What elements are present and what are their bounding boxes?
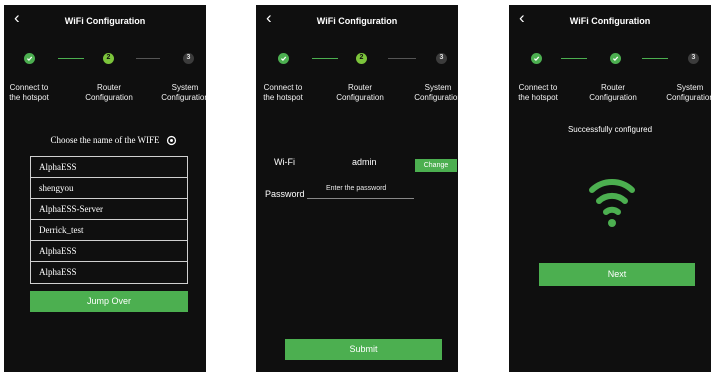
password-label: Password <box>265 189 305 199</box>
step-2-label: Router Configuration <box>336 83 384 102</box>
page-title: WiFi Configuration <box>569 16 651 26</box>
step-1-label: Connect to the hotspot <box>263 83 303 102</box>
step-2-indicator: 2 <box>356 53 367 64</box>
list-item[interactable]: Derrick_test <box>31 220 187 241</box>
wifi-network-list: AlphaESS shengyou AlphaESS-Server Derric… <box>30 156 188 284</box>
next-button[interactable]: Next <box>539 263 695 286</box>
step-3-indicator: 3 <box>183 53 194 64</box>
screen-router-config: ‹ WiFi Configuration 2 3 Connect to the … <box>256 5 458 372</box>
step-3-label: System Configuration <box>414 83 458 102</box>
step-connector <box>561 58 587 59</box>
progress-stepper: 3 <box>509 53 711 65</box>
step-1-check-icon <box>24 53 35 64</box>
step-1-label: Connect to the hotspot <box>9 83 49 102</box>
step-1-label: Connect to the hotspot <box>518 83 558 102</box>
step-3-label: System Configuration <box>161 83 206 102</box>
step-3-label: System Configuration <box>666 83 711 102</box>
progress-stepper: 2 3 <box>4 53 206 65</box>
step-connector <box>642 58 668 59</box>
step-2-label: Router Configuration <box>589 83 637 102</box>
wifi-ssid-value: admin <box>352 157 377 167</box>
top-bar: ‹ WiFi Configuration <box>256 5 458 35</box>
change-button[interactable]: Change <box>415 159 457 172</box>
step-connector <box>58 58 84 59</box>
wifi-signal-icon <box>589 179 635 227</box>
progress-stepper: 2 3 <box>256 53 458 65</box>
step-2-indicator: 2 <box>103 53 114 64</box>
success-message: Successfully configured <box>567 125 653 134</box>
list-item[interactable]: AlphaESS <box>31 241 187 262</box>
page-title: WiFi Configuration <box>316 16 398 26</box>
top-bar: ‹ WiFi Configuration <box>4 5 206 35</box>
step-1-check-icon <box>531 53 542 64</box>
screen-success: ‹ WiFi Configuration 3 Connect to the ho… <box>509 5 711 372</box>
jump-over-button[interactable]: Jump Over <box>30 291 188 312</box>
list-item[interactable]: AlphaESS-Server <box>31 199 187 220</box>
wifi-label: Wi-Fi <box>274 157 295 167</box>
password-input[interactable]: Enter the password <box>326 185 386 192</box>
step-3-indicator: 3 <box>688 53 699 64</box>
step-connector <box>388 58 416 59</box>
password-underline <box>307 198 414 199</box>
step-1-check-icon <box>278 53 289 64</box>
step-2-check-icon <box>610 53 621 64</box>
screen-choose-wifi: ‹ WiFi Configuration 2 3 Connect to the … <box>4 5 206 372</box>
refresh-icon[interactable] <box>166 135 177 146</box>
submit-button[interactable]: Submit <box>285 339 442 360</box>
top-bar: ‹ WiFi Configuration <box>509 5 711 35</box>
step-3-indicator: 3 <box>436 53 447 64</box>
list-item[interactable]: shengyou <box>31 178 187 199</box>
step-connector <box>136 58 160 59</box>
step-2-label: Router Configuration <box>85 83 133 102</box>
step-connector <box>312 58 338 59</box>
page-title: WiFi Configuration <box>64 16 146 26</box>
list-item[interactable]: AlphaESS <box>31 157 187 178</box>
list-item[interactable]: AlphaESS <box>31 262 187 283</box>
